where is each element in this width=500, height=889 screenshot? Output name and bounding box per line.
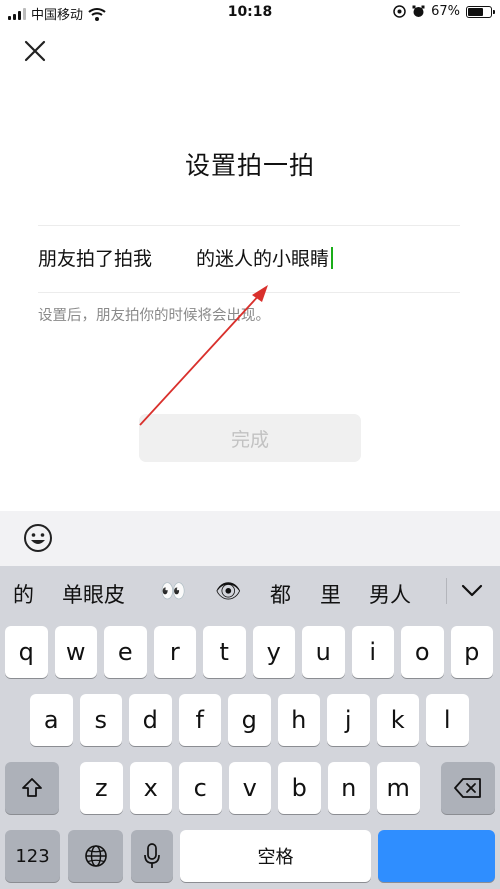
globe-icon: [84, 845, 107, 867]
key-y[interactable]: y: [252, 626, 295, 678]
key-x[interactable]: x: [129, 762, 172, 814]
key-d[interactable]: d: [129, 694, 172, 746]
key-z[interactable]: z: [80, 762, 123, 814]
key-j[interactable]: j: [327, 694, 370, 746]
candidate-divider: [446, 578, 447, 604]
candidate-item[interactable]: 👀: [160, 579, 186, 604]
shift-key[interactable]: [5, 762, 59, 814]
key-b[interactable]: b: [278, 762, 321, 814]
close-icon[interactable]: [20, 36, 50, 66]
keyboard: qwertyuiop asdfghjkl zxcvbnm 123 空格: [0, 616, 500, 889]
key-r[interactable]: r: [153, 626, 196, 678]
key-h[interactable]: h: [277, 694, 320, 746]
key-g[interactable]: g: [228, 694, 271, 746]
microphone-key[interactable]: [131, 830, 173, 882]
divider-bottom: [38, 292, 460, 293]
chevron-down-icon[interactable]: [457, 578, 487, 604]
key-w[interactable]: w: [54, 626, 97, 678]
key-s[interactable]: s: [79, 694, 122, 746]
key-m[interactable]: m: [377, 762, 420, 814]
divider-top: [38, 225, 460, 226]
key-o[interactable]: o: [401, 626, 444, 678]
pat-suffix-value: 的迷人的小眼睛: [196, 248, 330, 270]
key-v[interactable]: v: [228, 762, 271, 814]
key-k[interactable]: k: [376, 694, 419, 746]
battery-percent: 67%: [431, 4, 460, 19]
key-a[interactable]: a: [30, 694, 73, 746]
text-caret: [331, 246, 334, 269]
candidate-item[interactable]: 的: [13, 579, 34, 609]
globe-key[interactable]: [68, 830, 123, 882]
pat-suffix-input[interactable]: 的迷人的小眼睛: [196, 244, 334, 271]
emoji-icon[interactable]: [22, 522, 54, 554]
backspace-icon: [454, 778, 481, 798]
shift-icon: [22, 778, 42, 797]
key-q[interactable]: q: [5, 626, 48, 678]
candidate-item[interactable]: 单眼皮: [62, 579, 125, 609]
key-i[interactable]: i: [351, 626, 394, 678]
key-t[interactable]: t: [203, 626, 246, 678]
microphone-icon: [144, 843, 160, 868]
alarm-icon: [412, 5, 425, 17]
delete-key[interactable]: [441, 762, 495, 814]
status-bar: 中国移动 10:18 67%: [0, 0, 500, 26]
candidate-item[interactable]: 都: [270, 579, 291, 609]
numbers-key[interactable]: 123: [5, 830, 60, 882]
emoji-bar: [0, 511, 500, 566]
key-u[interactable]: u: [302, 626, 345, 678]
done-button[interactable]: 完成: [139, 414, 361, 462]
key-e[interactable]: e: [104, 626, 147, 678]
key-c[interactable]: c: [179, 762, 222, 814]
return-key[interactable]: [378, 830, 495, 882]
battery-fill: [468, 7, 483, 16]
key-n[interactable]: n: [327, 762, 370, 814]
page-title: 设置拍一拍: [184, 151, 315, 180]
pat-prefix-label: 朋友拍了拍我: [38, 248, 153, 270]
candidate-item[interactable]: 里: [320, 579, 341, 609]
candidate-bar: 的 单眼皮 👀 👁 都 里 男人: [0, 566, 500, 616]
pat-text-row: 朋友拍了拍我 的迷人的小眼睛: [38, 244, 460, 274]
hint-text: 设置后，朋友拍你的时候将会出现。: [38, 308, 270, 324]
key-l[interactable]: l: [426, 694, 469, 746]
candidate-item[interactable]: 男人: [369, 579, 411, 609]
space-key[interactable]: 空格: [180, 830, 371, 882]
key-f[interactable]: f: [178, 694, 221, 746]
battery-icon: [466, 5, 495, 18]
key-p[interactable]: p: [450, 626, 493, 678]
location-lock-icon: [393, 5, 406, 18]
status-right: 67%: [393, 4, 495, 19]
candidate-item[interactable]: 👁: [215, 579, 242, 604]
